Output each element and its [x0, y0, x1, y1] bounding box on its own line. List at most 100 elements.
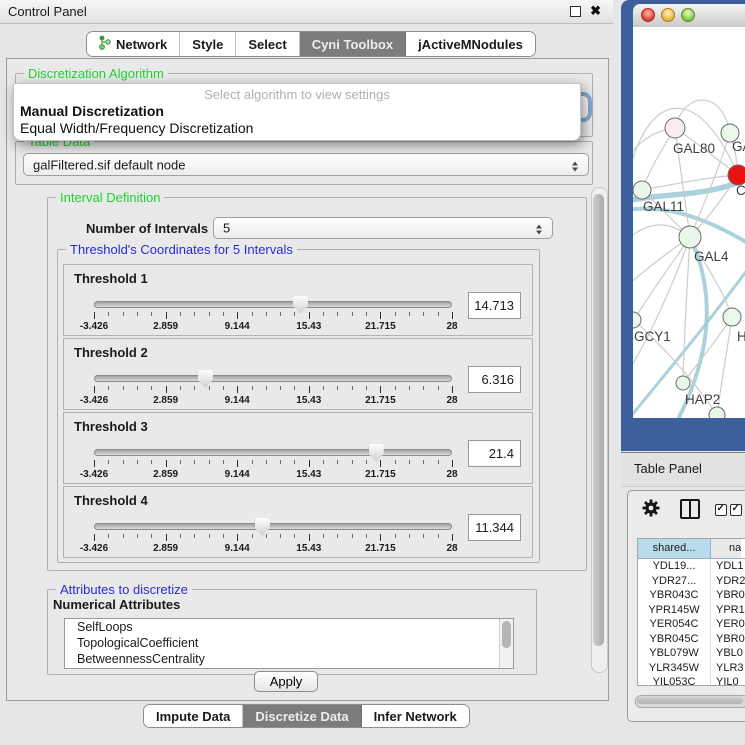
- network-node[interactable]: [728, 165, 745, 185]
- tick-mark: [452, 460, 453, 467]
- network-window-titlebar[interactable]: [633, 4, 745, 28]
- scrollbar-thumb[interactable]: [637, 697, 743, 704]
- tick-mark: [137, 460, 138, 464]
- tick-mark: [237, 534, 238, 541]
- checkbox-checked-icon[interactable]: [730, 504, 742, 516]
- checkbox-checked-icon[interactable]: [715, 504, 727, 516]
- scrollbar-thumb[interactable]: [502, 621, 511, 648]
- scrollbar-thumb[interactable]: [593, 194, 604, 646]
- tick-mark: [438, 460, 439, 464]
- cell-name[interactable]: YLR3: [711, 661, 744, 676]
- table-row[interactable]: YER054CYER0: [638, 617, 745, 632]
- close-traffic-light-icon[interactable]: [641, 8, 655, 22]
- tick-mark: [280, 312, 281, 316]
- tab-network[interactable]: Network: [87, 32, 180, 56]
- tab-infer-network[interactable]: Infer Network: [362, 705, 469, 727]
- list-vertical-scrollbar[interactable]: [499, 619, 513, 668]
- zoom-traffic-light-icon[interactable]: [681, 8, 695, 22]
- column-header-shared-name[interactable]: shared...: [638, 539, 711, 558]
- table-row[interactable]: YBR045CYBR0: [638, 632, 745, 647]
- table-panel-title: Table Panel: [634, 461, 702, 476]
- cell-name[interactable]: YER0: [711, 617, 745, 632]
- network-node[interactable]: [709, 407, 725, 418]
- slider-track[interactable]: [94, 449, 452, 456]
- threshold-value-field[interactable]: 21.4: [468, 440, 521, 467]
- attribute-list-item[interactable]: BetweennessCentrality: [65, 651, 513, 667]
- slider-track[interactable]: [94, 301, 452, 308]
- network-node-label: GCY1: [634, 329, 671, 344]
- table-row[interactable]: YDR27...YDR2: [638, 574, 745, 589]
- numerical-attributes-label: Numerical Attributes: [53, 597, 180, 612]
- split-columns-icon[interactable]: [680, 499, 700, 519]
- network-node-hap2[interactable]: [676, 376, 690, 390]
- table-row[interactable]: YPR145WYPR1: [638, 603, 745, 618]
- threshold-value-field[interactable]: 6.316: [468, 366, 521, 393]
- tab-jactivemnodules[interactable]: jActiveMNodules: [406, 32, 535, 56]
- cell-name[interactable]: YBL0: [711, 646, 743, 661]
- slider-track[interactable]: [94, 375, 452, 382]
- tick-label: 9.144: [225, 469, 250, 480]
- cell-shared-name[interactable]: YER054C: [638, 617, 711, 632]
- slider-ticks: [94, 312, 452, 320]
- table-row[interactable]: YBL079WYBL0: [638, 646, 745, 661]
- minimize-traffic-light-icon[interactable]: [661, 8, 675, 22]
- algorithm-dropdown-popup: Select algorithm to view settings Manual…: [13, 83, 581, 141]
- table-data-combobox[interactable]: galFiltered.sif default node: [23, 153, 589, 176]
- cell-name[interactable]: YPR1: [711, 603, 745, 618]
- network-node-gal11[interactable]: [633, 181, 651, 199]
- slider-ticks: [94, 534, 452, 542]
- tab-impute-data[interactable]: Impute Data: [144, 705, 243, 727]
- cell-shared-name[interactable]: YBR043C: [638, 588, 711, 603]
- cell-shared-name[interactable]: YPR145W: [638, 603, 711, 618]
- network-node-h[interactable]: [723, 308, 741, 326]
- cell-shared-name[interactable]: YBR045C: [638, 632, 711, 647]
- tick-mark: [395, 534, 396, 538]
- table-row[interactable]: YIL053CYIL0: [638, 675, 745, 686]
- cell-shared-name[interactable]: YDL19...: [638, 559, 711, 574]
- cell-name[interactable]: YDL1: [711, 559, 744, 574]
- panel-vertical-scrollbar[interactable]: [591, 187, 608, 673]
- network-canvas[interactable]: GAL80GACGAL11GAL4GCY1HHAP2: [633, 27, 745, 418]
- tick-mark: [423, 460, 424, 464]
- threshold-label: Threshold 1: [74, 271, 148, 286]
- cell-shared-name[interactable]: YDR27...: [638, 574, 711, 589]
- tab-discretize-data[interactable]: Discretize Data: [243, 705, 361, 727]
- network-node-label: GAL4: [694, 249, 729, 264]
- tab-cyni-toolbox[interactable]: Cyni Toolbox: [300, 32, 406, 56]
- apply-button[interactable]: Apply: [254, 671, 318, 692]
- network-node-gal80[interactable]: [665, 118, 685, 138]
- close-icon[interactable]: ✖: [590, 3, 601, 19]
- network-edge[interactable]: [683, 237, 690, 383]
- table-horizontal-scrollbar[interactable]: [635, 695, 745, 708]
- numerical-attributes-list[interactable]: SelfLoopsTopologicalCoefficientBetweenne…: [64, 618, 514, 669]
- dropdown-option-equal-width[interactable]: Equal Width/Frequency Discretization: [14, 120, 580, 137]
- tick-label: -3.426: [80, 321, 108, 332]
- network-node-gal4[interactable]: [679, 226, 701, 248]
- cell-shared-name[interactable]: YBL079W: [638, 646, 711, 661]
- tab-style[interactable]: Style: [180, 32, 236, 56]
- cell-name[interactable]: YBR0: [711, 588, 745, 603]
- table-row[interactable]: YLR345WYLR3: [638, 661, 745, 676]
- cell-name[interactable]: YDR2: [711, 574, 745, 589]
- float-window-icon[interactable]: [570, 6, 581, 17]
- tick-mark: [452, 534, 453, 541]
- cell-name[interactable]: YBR0: [711, 632, 745, 647]
- table-row[interactable]: YDL19...YDL1: [638, 559, 745, 574]
- cell-shared-name[interactable]: YIL053C: [638, 675, 711, 686]
- network-graph[interactable]: GAL80GACGAL11GAL4GCY1HHAP2: [633, 27, 745, 418]
- num-intervals-combobox[interactable]: 5: [213, 217, 553, 239]
- column-header-name[interactable]: na: [711, 539, 741, 558]
- table-row[interactable]: YBR043CYBR0: [638, 588, 745, 603]
- attribute-list-item[interactable]: TopologicalCoefficient: [65, 635, 513, 651]
- network-edge[interactable]: [642, 128, 675, 190]
- cell-shared-name[interactable]: YLR345W: [638, 661, 711, 676]
- gear-icon[interactable]: [642, 499, 660, 522]
- attribute-list-item[interactable]: SelfLoops: [65, 619, 513, 635]
- tab-select[interactable]: Select: [236, 32, 299, 56]
- cell-name[interactable]: YIL0: [711, 675, 739, 686]
- tick-mark: [380, 534, 381, 541]
- dropdown-option-manual[interactable]: Manual Discretization: [14, 103, 580, 120]
- slider-track[interactable]: [94, 523, 452, 530]
- threshold-value-field[interactable]: 11.344: [468, 514, 521, 541]
- threshold-value-field[interactable]: 14.713: [468, 292, 521, 319]
